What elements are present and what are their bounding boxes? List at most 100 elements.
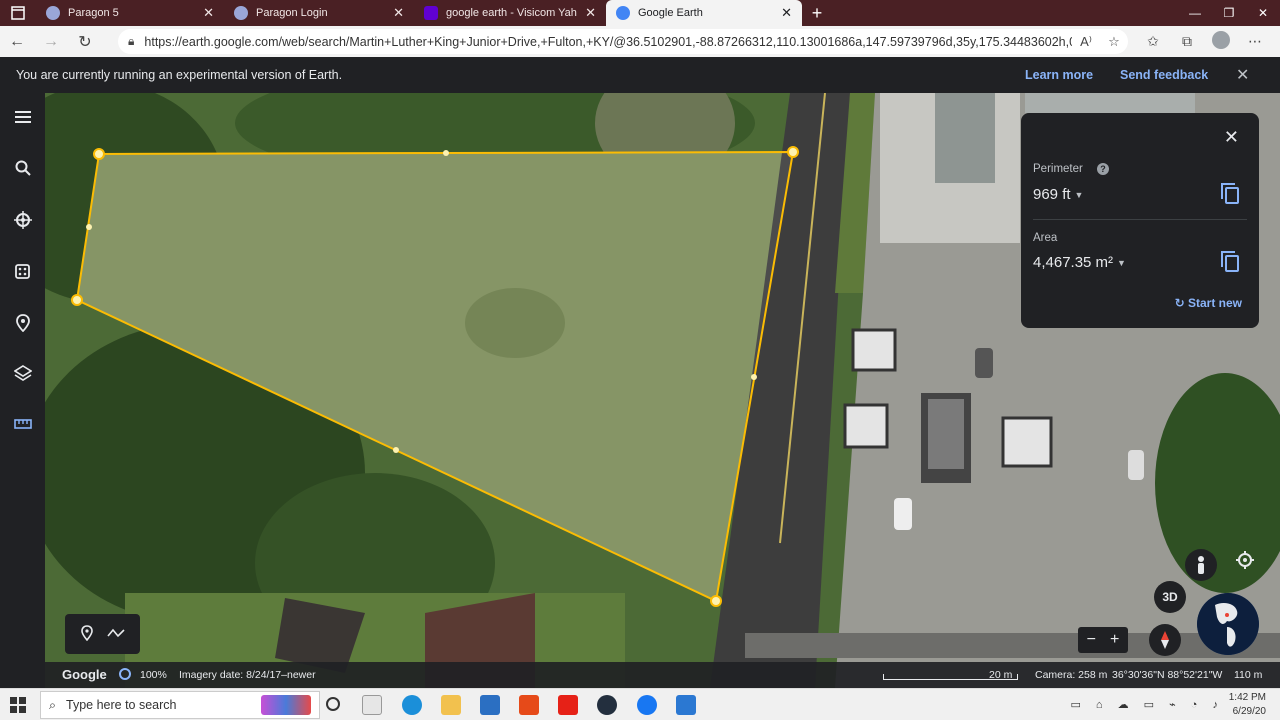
imagery-date[interactable]: Imagery date: 8/24/17–newer (179, 669, 316, 681)
chevron-down-icon: ▼ (1074, 190, 1084, 201)
url-bar[interactable]: 🔒︎ https://earth.google.com/web/search/M… (118, 29, 1128, 54)
close-tab-icon[interactable]: ✕ (393, 5, 404, 21)
read-aloud-icon[interactable]: A⁾ (1072, 34, 1100, 50)
map-tools (65, 614, 140, 654)
send-feedback-link[interactable]: Send feedback (1120, 68, 1208, 82)
amazon-icon[interactable] (597, 695, 617, 715)
system-tray-icons[interactable]: ▭ ⌂ ☁ ▭ ⌁ ◔ ♪ (1070, 698, 1224, 711)
globe-icon (46, 6, 60, 20)
coordinates: 36°30'36"N 88°52'21"W (1112, 669, 1223, 681)
favorites-icon[interactable]: ✩ (1136, 33, 1170, 50)
zoom-controls: − + (1078, 627, 1128, 653)
windows-start-icon[interactable] (10, 697, 26, 713)
tab-yahoo-search[interactable]: google earth - Visicom Yahoo Se ✕ (414, 0, 606, 26)
pegman-icon[interactable] (1185, 549, 1217, 581)
loading-percent: 100% (140, 669, 167, 681)
measure-ruler-icon[interactable] (0, 409, 45, 439)
file-explorer-icon[interactable] (441, 695, 461, 715)
minimize-icon[interactable]: — (1178, 0, 1212, 26)
forward-icon[interactable]: → (34, 33, 68, 51)
voyager-icon[interactable] (0, 205, 45, 235)
clock-time: 1:42 PM (1228, 692, 1266, 703)
store-icon[interactable] (480, 695, 500, 715)
search-icon[interactable] (0, 153, 45, 183)
collections-icon[interactable]: ⧉ (1170, 33, 1204, 50)
tab-label: Paragon Login (256, 7, 328, 19)
tool-rail (0, 93, 45, 688)
toggle-3d-button[interactable]: 3D (1154, 581, 1186, 613)
area-value-text: 4,467.35 m² (1033, 254, 1114, 271)
tab-label: Paragon 5 (68, 7, 119, 19)
zoom-out-icon[interactable]: − (1087, 631, 1096, 649)
tab-label: Google Earth (638, 7, 703, 19)
office-icon[interactable] (519, 695, 539, 715)
cortana-icon[interactable] (326, 697, 340, 711)
search-icon: ⌕ (49, 697, 57, 712)
globe-icon (1197, 593, 1259, 655)
close-tab-icon[interactable]: ✕ (585, 5, 596, 21)
add-favorite-icon[interactable]: ☆ (1100, 34, 1128, 50)
address-toolbar: ← → ↻ 🔒︎ https://earth.google.com/web/se… (0, 26, 1280, 57)
menu-icon[interactable] (0, 102, 45, 132)
window-menu-icon[interactable] (0, 0, 36, 26)
new-tab-button[interactable]: + (802, 0, 832, 26)
refresh-icon: ↻ (1174, 296, 1185, 310)
polygon-midpoint-handle (86, 224, 92, 230)
close-tab-icon[interactable]: ✕ (781, 5, 792, 21)
polygon-vertex-handle (93, 148, 105, 160)
restore-icon[interactable]: ❐ (1212, 0, 1246, 26)
edge-browser-icon[interactable] (402, 695, 422, 715)
polygon-midpoint-handle (393, 447, 399, 453)
map-style-layers-icon[interactable] (0, 358, 45, 388)
area-value[interactable]: 4,467.35 m² ▼ (1033, 254, 1126, 271)
my-location-icon[interactable] (1228, 545, 1262, 575)
perimeter-value-text: 969 ft (1033, 186, 1071, 203)
back-icon[interactable]: ← (0, 33, 34, 51)
url-text[interactable]: https://earth.google.com/web/search/Mart… (144, 35, 1072, 49)
learn-more-link[interactable]: Learn more (1025, 68, 1093, 82)
perimeter-value[interactable]: 969 ft ▼ (1033, 186, 1083, 203)
polygon-vertex-handle (71, 294, 83, 306)
youtube-icon[interactable] (558, 695, 578, 715)
measure-panel: ✕ Perimeter ? 969 ft ▼ Area 4,467.35 m² ▼ … (1021, 113, 1259, 328)
status-bar: Google 100% Imagery date: 8/24/17–newer … (45, 662, 1280, 688)
earth-icon (616, 6, 630, 20)
help-icon[interactable]: ? (1097, 163, 1109, 175)
refresh-icon[interactable]: ↻ (68, 32, 102, 52)
start-new-button[interactable]: ↻ Start new (1175, 296, 1242, 310)
feeling-lucky-icon[interactable] (0, 256, 45, 286)
taskbar-search-box[interactable]: ⌕ Type here to search (40, 691, 320, 719)
zoom-in-icon[interactable]: + (1110, 631, 1119, 649)
compass-icon[interactable] (1149, 624, 1181, 656)
facebook-icon[interactable] (637, 695, 657, 715)
close-measure-icon[interactable]: ✕ (1224, 127, 1239, 148)
task-view-icon[interactable] (362, 695, 382, 715)
more-menu-icon[interactable]: ⋯ (1238, 33, 1272, 50)
browser-tab-bar: Paragon 5 ✕ Paragon Login ✕ google earth… (0, 0, 1280, 26)
banner-message: You are currently running an experimenta… (16, 68, 343, 82)
tab-paragon-5[interactable]: Paragon 5 ✕ (36, 0, 224, 26)
profile-avatar[interactable] (1204, 31, 1238, 52)
elevation: 110 m (1234, 669, 1263, 681)
tab-google-earth[interactable]: Google Earth ✕ (606, 0, 802, 26)
perimeter-label: Perimeter (1033, 163, 1083, 175)
copy-perimeter-icon[interactable] (1221, 183, 1239, 204)
add-path-icon[interactable] (106, 627, 125, 641)
close-banner-icon[interactable]: ✕ (1236, 65, 1249, 85)
close-window-icon[interactable]: ✕ (1246, 0, 1280, 26)
tab-paragon-login[interactable]: Paragon Login ✕ (224, 0, 414, 26)
loading-ring-icon (119, 668, 131, 680)
camera-altitude: Camera: 258 m (1035, 669, 1108, 681)
scale-label: 20 m (989, 669, 1013, 681)
mail-icon[interactable] (676, 695, 696, 715)
projects-pin-icon[interactable] (0, 308, 45, 338)
search-highlight-icon (261, 695, 311, 715)
window-controls: — ❐ ✕ (1178, 0, 1280, 26)
taskbar-clock[interactable]: 1:42 PM 6/29/20 (1229, 691, 1266, 719)
copy-area-icon[interactable] (1221, 251, 1239, 272)
close-tab-icon[interactable]: ✕ (203, 5, 214, 21)
lock-icon[interactable]: 🔒︎ (128, 34, 134, 49)
globe-minimap[interactable] (1197, 593, 1259, 655)
polygon-vertex-handle (710, 595, 722, 607)
add-placemark-icon[interactable] (80, 624, 93, 644)
